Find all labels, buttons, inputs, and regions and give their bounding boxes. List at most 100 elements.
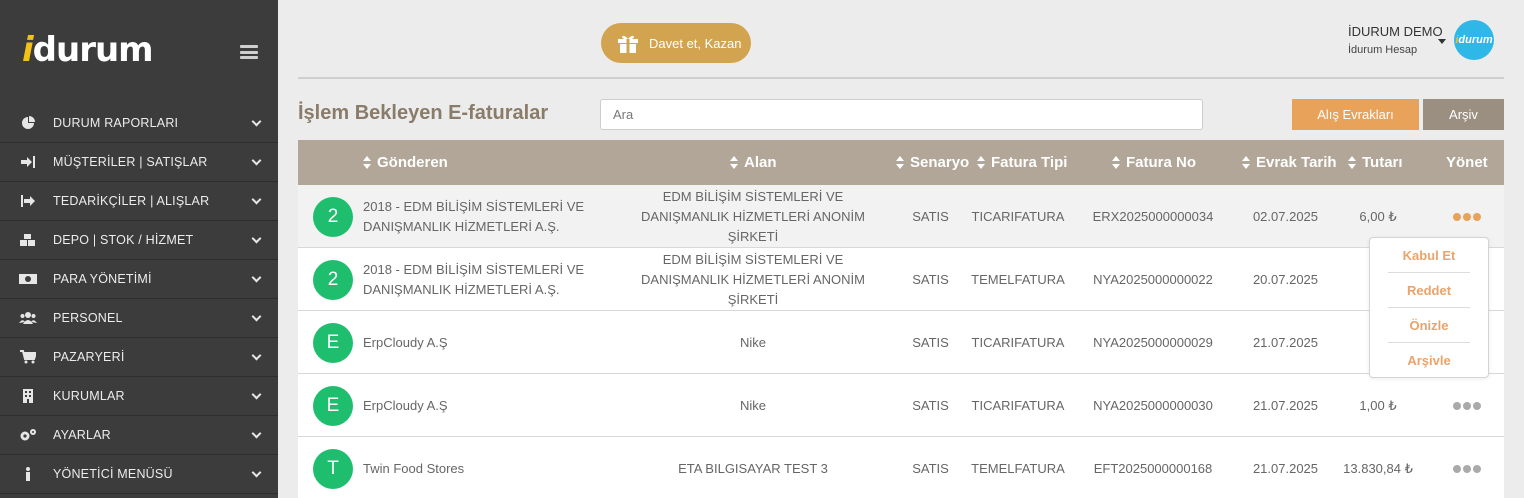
row-actions-popup: Kabul Et Reddet Önizle Arşivle [1369,237,1489,378]
user-account: İdurum Hesap [1348,44,1418,56]
evrak-tarih-cell: 20.07.2025 [1252,271,1319,287]
table-row[interactable]: T Twin Food Stores ETA BILGISAYAR TEST 3… [298,437,1504,498]
logo-prefix: i [22,30,34,70]
fatura-tipi-cell: TICARIFATURA [971,334,1065,350]
column-header-fatura-no[interactable]: Fatura No [1112,140,1196,185]
column-label: Gönderen [377,154,448,171]
reject-menu-item[interactable]: Reddet [1388,273,1470,308]
sidebar-item-para[interactable]: PARA YÖNETİMİ [0,260,278,299]
more-actions-icon[interactable] [1453,465,1481,473]
column-header-senaryo[interactable]: Senaryo [896,140,969,185]
fatura-no-cell: ERX2025000000034 [1092,208,1214,224]
sidebar-item-label: AYARLAR [53,428,111,442]
sidebar-item-pazaryeri[interactable]: PAZARYERİ [0,338,278,377]
sidebar-item-label: PARA YÖNETİMİ [53,272,152,286]
sidebar-item-depo[interactable]: DEPO | STOK / HİZMET [0,221,278,260]
column-label: Evrak Tarih [1256,154,1337,171]
chevron-down-icon [251,389,262,400]
archive-menu-item[interactable]: Arşivle [1388,343,1470,378]
sidebar-item-tedarikciler[interactable]: TEDARİKÇİLER | ALIŞLAR [0,182,278,221]
senaryo-cell: SATIS [912,334,949,350]
evrak-tarih-cell: 21.07.2025 [1252,334,1319,350]
user-menu[interactable]: İDURUM DEMO İdurum Hesap [1348,24,1443,56]
column-header-evrak-tarih[interactable]: Evrak Tarih [1242,140,1337,185]
senaryo-cell: SATIS [912,208,949,224]
more-actions-icon[interactable] [1453,402,1481,410]
column-label: Alan [744,154,777,171]
senaryo-cell: SATIS [912,397,949,413]
alis-evraklari-button[interactable]: Alış Evrakları [1292,99,1419,130]
more-actions-icon[interactable] [1453,213,1481,221]
sort-icon [730,156,739,169]
sidebar-item-ayarlar[interactable]: AYARLAR [0,416,278,455]
sender-avatar: 2 [313,260,353,300]
chevron-down-icon [251,311,262,322]
header-divider [298,77,1504,79]
fatura-no-cell: NYA2025000000022 [1093,271,1213,287]
evrak-tarih-cell: 02.07.2025 [1252,208,1319,224]
table-row[interactable]: 2 2018 - EDM BİLİŞİM SİSTEMLERİ VE DANIŞ… [298,185,1504,248]
evrak-tarih-cell: 21.07.2025 [1252,397,1319,413]
sender-avatar: T [313,449,353,489]
hamburger-menu-icon[interactable] [240,45,258,59]
app-logo[interactable]: idurum [22,30,154,70]
sidebar-item-label: KURUMLAR [53,389,125,403]
building-icon [18,389,38,403]
alan-cell: EDM BİLİŞİM SİSTEMLERİ VE DANIŞMANLIK Hİ… [641,251,865,307]
sender-cell: 2018 - EDM BİLİŞİM SİSTEMLERİ VE DANIŞMA… [363,198,585,234]
column-header-sender[interactable]: Gönderen [363,140,448,185]
info-icon [18,467,38,481]
cubes-icon [18,233,38,247]
evrak-tarih-cell: 21.07.2025 [1252,460,1319,476]
sidebar-item-musteriler[interactable]: MÜŞTERİLER | SATIŞLAR [0,143,278,182]
sidebar-item-personel[interactable]: PERSONEL [0,299,278,338]
sidebar-item-kurumlar[interactable]: KURUMLAR [0,377,278,416]
sidebar-item-durum-raporlari[interactable]: DURUM RAPORLARI [0,104,278,143]
sort-icon [1242,156,1251,169]
sidebar-item-label: DEPO | STOK / HİZMET [53,233,194,247]
fatura-no-cell: NYA2025000000029 [1093,334,1213,350]
accept-menu-item[interactable]: Kabul Et [1388,238,1470,273]
fatura-tipi-cell: TEMELFATURA [971,460,1065,476]
table-row[interactable]: E ErpCloudy A.Ş Nike SATIS TICARIFATURA … [298,311,1504,374]
avatar[interactable]: i durum [1454,20,1494,60]
sidebar-item-yonetici[interactable]: YÖNETİCİ MENÜSÜ [0,455,278,494]
table-row[interactable]: E ErpCloudy A.Ş Nike SATIS TICARIFATURA … [298,374,1504,437]
column-header-alan[interactable]: Alan [730,140,777,185]
sort-icon [896,156,905,169]
chevron-down-icon [251,155,262,166]
chevron-down-icon [251,116,262,127]
invite-label: Davet et, Kazan [649,35,742,51]
sidebar-menu: DURUM RAPORLARI MÜŞTERİLER | SATIŞLAR TE… [0,104,278,494]
sidebar-item-label: TEDARİKÇİLER | ALIŞLAR [53,194,210,208]
cogs-icon [18,428,38,442]
search-input[interactable] [600,99,1203,130]
column-header-tutar[interactable]: Tutarı [1348,140,1403,185]
sign-out-icon [18,194,38,208]
fatura-tipi-cell: TEMELFATURA [971,271,1065,287]
tutar-cell: 13.830,84 ₺ [1343,460,1413,476]
fatura-tipi-cell: TICARIFATURA [971,397,1065,413]
alan-cell: ETA BILGISAYAR TEST 3 [678,460,828,476]
sidebar-item-label: YÖNETİCİ MENÜSÜ [53,467,173,481]
invite-button[interactable]: Davet et, Kazan [601,23,751,63]
sort-icon [977,156,986,169]
invoice-table: Gönderen Alan Senaryo Fatura Tipi Fatura… [298,140,1504,498]
caret-down-icon[interactable] [1438,39,1446,44]
table-row[interactable]: 2 2018 - EDM BİLİŞİM SİSTEMLERİ VE DANIŞ… [298,248,1504,311]
alan-cell: Nike [739,334,766,350]
sidebar-item-label: PERSONEL [53,311,123,325]
sidebar-item-label: MÜŞTERİLER | SATIŞLAR [53,155,208,169]
alan-cell: EDM BİLİŞİM SİSTEMLERİ VE DANIŞMANLIK Hİ… [641,188,865,244]
user-name: İDURUM DEMO [1348,24,1443,39]
fatura-no-cell: EFT2025000000168 [1093,460,1213,476]
arsiv-button[interactable]: Arşiv [1423,99,1504,130]
sender-cell: ErpCloudy A.Ş [363,397,448,413]
avatar-text: durum [1458,34,1493,46]
sort-icon [1348,156,1357,169]
preview-menu-item[interactable]: Önizle [1388,308,1470,343]
column-header-fatura-tipi[interactable]: Fatura Tipi [977,140,1067,185]
chevron-down-icon [251,233,262,244]
table-body: 2 2018 - EDM BİLİŞİM SİSTEMLERİ VE DANIŞ… [298,185,1504,498]
sort-icon [1112,156,1121,169]
